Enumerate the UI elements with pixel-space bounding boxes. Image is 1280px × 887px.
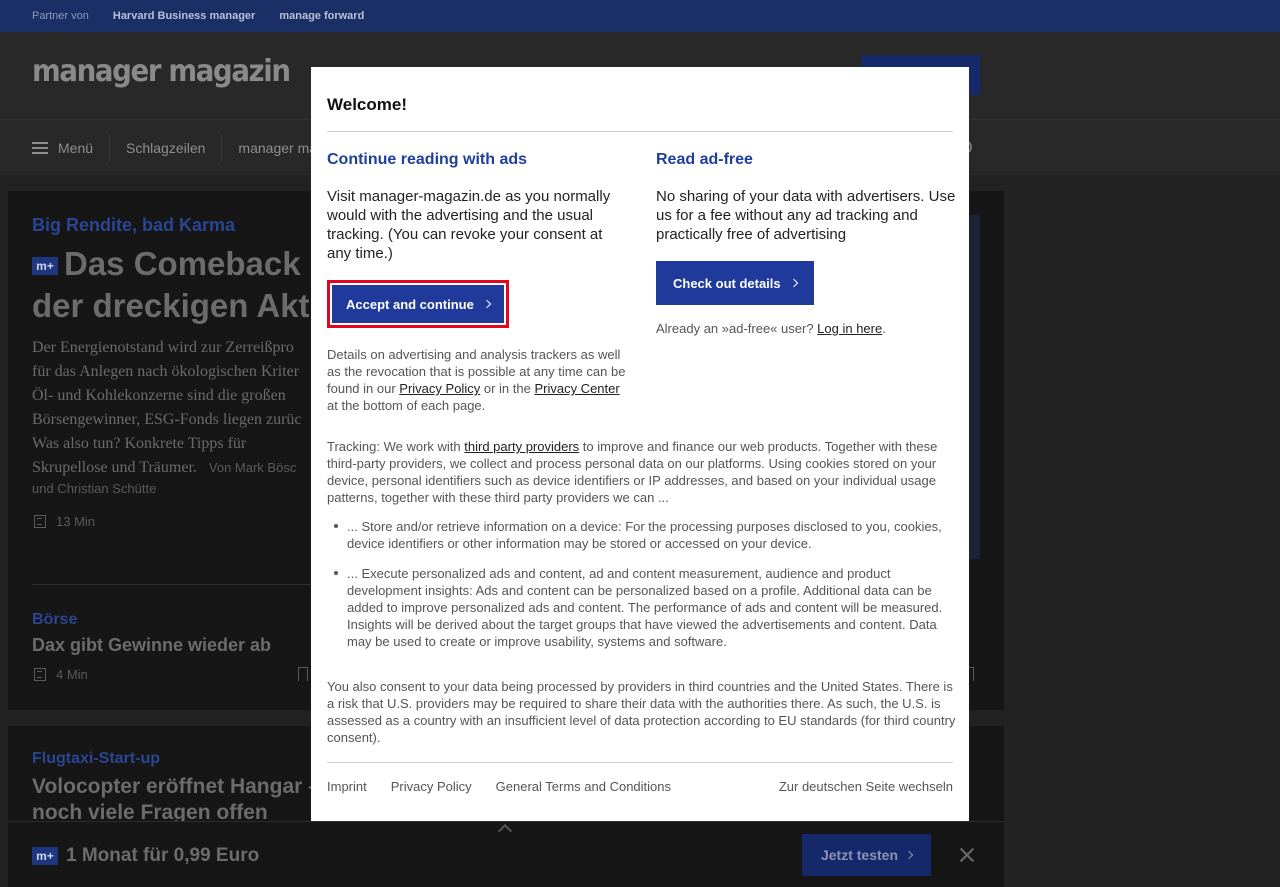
ad-free-option: Read ad-free No sharing of your data wit…	[656, 151, 956, 244]
accept-button-label: Accept and continue	[346, 296, 474, 312]
read-time: 13 Min	[56, 514, 96, 529]
check-out-details-wrap: Check out details	[656, 261, 814, 305]
check-out-button-label: Check out details	[673, 275, 781, 291]
ads-option-heading: Continue reading with ads	[327, 151, 528, 168]
partner-label: Partner von	[32, 10, 89, 22]
article-author-2: und Christian Schütte	[32, 481, 157, 496]
already-subscribed: Already an »ad-free« user? Log in here.	[656, 321, 886, 336]
details-text-3: at the bottom of each page.	[327, 398, 486, 413]
article-teaser: Der Energienotstand wird zur Zerreißpro …	[32, 336, 322, 480]
headline-line-2: der dreckigen Aktie	[32, 287, 338, 324]
article-3-headline[interactable]: Volocopter eröffnet Hangar – noch viele …	[32, 774, 320, 826]
teaser-line: Skrupellose und Träumer.	[32, 459, 197, 476]
promo-button-label: Jetzt testen	[820, 847, 899, 863]
ads-option-body: Visit manager-magazin.de as you normally…	[327, 188, 611, 262]
read-time: 4 Min	[56, 667, 88, 682]
accept-highlight: Accept and continue	[327, 280, 509, 328]
headline-line-1: Das Comeback	[64, 245, 301, 282]
dialog-footer: Imprint Privacy Policy General Terms and…	[327, 779, 953, 794]
close-icon[interactable]	[958, 846, 976, 864]
article-3-kicker: Flugtaxi-Start-up	[32, 750, 160, 767]
partner-link-manage-forward[interactable]: manage forward	[279, 10, 364, 22]
article-2-headline[interactable]: Dax gibt Gewinne wieder ab	[32, 635, 271, 656]
article-image[interactable]	[968, 215, 980, 559]
article-meta: 13 Min	[34, 514, 95, 529]
tracking-text: Tracking: We work with third party provi…	[327, 438, 957, 506]
privacy-policy-footer-link[interactable]: Privacy Policy	[391, 779, 472, 794]
terms-link[interactable]: General Terms and Conditions	[496, 779, 671, 794]
menu-label: Menü	[58, 139, 94, 156]
headline-line-1: Volocopter eröffnet Hangar –	[32, 775, 320, 798]
menu-button[interactable]: Menü	[32, 133, 111, 162]
dialog-title: Welcome!	[327, 95, 407, 114]
accept-and-continue-button[interactable]: Accept and continue	[332, 285, 504, 323]
partner-bar: Partner von Harvard Business manager man…	[0, 0, 1280, 32]
divider	[327, 762, 953, 763]
bookmark-icon[interactable]	[298, 667, 308, 681]
promo-try-button[interactable]: Jetzt testen	[802, 834, 931, 876]
switch-language-link[interactable]: Zur deutschen Seite wechseln	[779, 779, 953, 794]
article-kicker: Big Rendite, bad Karma	[32, 215, 236, 235]
teaser-line: Der Energienotstand wird zur Zerreißpro	[32, 339, 294, 356]
chevron-right-icon	[904, 850, 914, 860]
promo-text: 1 Monat für 0,99 Euro	[66, 845, 260, 866]
ad-free-body: No sharing of your data with advertisers…	[656, 188, 956, 243]
teaser-line: Öl- und Kohlekonzerne sind die großen	[32, 387, 286, 404]
divider	[327, 131, 953, 132]
purpose-item: ... Store and/or retrieve information on…	[327, 518, 957, 552]
details-text-2: or in the	[483, 381, 531, 396]
check-out-details-button[interactable]: Check out details	[656, 261, 814, 305]
nav-item-schlagzeilen[interactable]: Schlagzeilen	[110, 133, 223, 162]
purpose-item: ... Execute personalized ads and content…	[327, 565, 957, 650]
already-text: Already an »ad-free« user?	[656, 321, 814, 336]
teaser-line: Was also tun? Konkrete Tipps für	[32, 435, 247, 452]
already-end: .	[882, 321, 886, 336]
ad-free-heading: Read ad-free	[656, 151, 753, 168]
article-headline[interactable]: m+ Das Comeback der dreckigen Aktie	[32, 243, 352, 327]
imprint-link[interactable]: Imprint	[327, 779, 367, 794]
consent-dialog: Welcome! Continue reading with ads Visit…	[311, 67, 969, 821]
privacy-center-link[interactable]: Privacy Center	[534, 381, 619, 396]
article-2-meta: 4 Min	[34, 667, 88, 682]
divider	[32, 584, 332, 585]
teaser-line: Börsengewinner, ESG-Fonds liegen zurüc	[32, 411, 302, 428]
site-logo[interactable]: manager magazin	[32, 54, 291, 89]
article-2-kicker: Börse	[32, 611, 78, 628]
login-link[interactable]: Log in here	[817, 321, 882, 336]
third-party-providers-link[interactable]: third party providers	[464, 439, 579, 454]
tracking-prefix: Tracking: We work with	[327, 439, 461, 454]
article-icon	[34, 515, 46, 528]
chevron-right-icon	[482, 299, 492, 309]
mplus-badge-icon: m+	[32, 847, 58, 865]
privacy-policy-link[interactable]: Privacy Policy	[399, 381, 480, 396]
purpose-list: ... Store and/or retrieve information on…	[327, 518, 957, 663]
details-text: Details on advertising and analysis trac…	[327, 346, 627, 414]
hamburger-icon	[32, 141, 48, 154]
teaser-line: für das Anlegen nach ökologischen Kriter	[32, 363, 300, 380]
third-country-consent-text: You also consent to your data being proc…	[327, 679, 956, 745]
mplus-badge-icon: m+	[32, 257, 58, 276]
ads-option: Continue reading with ads Visit manager-…	[327, 151, 627, 263]
article-icon	[34, 668, 46, 681]
partner-link-hbm[interactable]: Harvard Business manager	[113, 10, 255, 22]
article-author: Von Mark Bösc	[208, 460, 297, 475]
chevron-right-icon	[789, 278, 798, 288]
